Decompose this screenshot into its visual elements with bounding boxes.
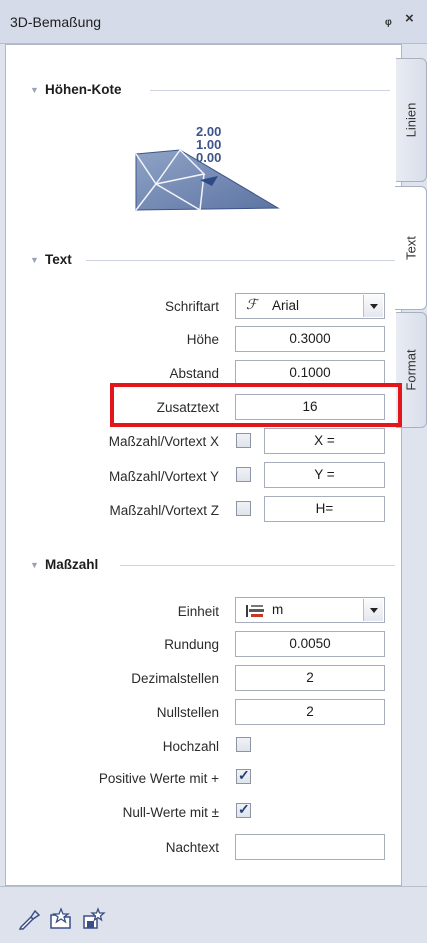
section-title: Höhen-Kote <box>45 82 122 97</box>
label-abstand: Abstand <box>169 366 219 381</box>
collapse-triangle-icon: ▼ <box>30 255 39 265</box>
collapse-triangle-icon: ▼ <box>30 85 39 95</box>
section-text[interactable]: ▼ Text <box>30 252 395 268</box>
null-werte-checkbox[interactable]: ✓ <box>236 801 251 818</box>
vortext-z-checkbox[interactable] <box>236 501 251 516</box>
dropdown-arrow-icon[interactable] <box>363 599 383 621</box>
label-hochzahl: Hochzahl <box>162 739 219 754</box>
close-icon[interactable]: × <box>405 10 414 27</box>
einheit-value: m <box>272 602 284 617</box>
preview-label-0: 0.00 <box>196 150 221 165</box>
label-null-werte: Null-Werte mit ± <box>122 805 219 820</box>
einheit-select[interactable]: m <box>235 597 385 623</box>
hoehen-kote-preview-image: 2.00 1.00 0.00 <box>135 124 280 211</box>
title-bar: 3D-Bemaßung ᵩ × <box>0 0 427 44</box>
label-vortext-x: Maßzahl/Vortext X <box>108 434 219 449</box>
collapse-triangle-icon: ▼ <box>30 560 39 570</box>
divider <box>120 565 395 566</box>
nullstellen-field[interactable]: 2 <box>235 699 385 725</box>
label-nachtext: Nachtext <box>165 840 219 855</box>
label-hoehe: Höhe <box>186 332 219 347</box>
tab-linien[interactable]: Linien <box>396 58 427 182</box>
section-title: Maßzahl <box>45 557 99 572</box>
vortext-x-checkbox[interactable] <box>236 433 251 448</box>
label-nullstellen: Nullstellen <box>156 705 219 720</box>
vortext-y-checkbox[interactable] <box>236 467 251 482</box>
dropdown-arrow-icon[interactable] <box>363 295 383 317</box>
vortext-y-field[interactable]: Y = <box>264 462 385 488</box>
tab-text-label: Text <box>403 236 418 260</box>
label-vortext-z: Maßzahl/Vortext Z <box>109 503 219 518</box>
checkmark-icon: ✓ <box>238 767 250 783</box>
save-favorite-icon[interactable] <box>82 907 106 931</box>
hochzahl-checkbox[interactable] <box>236 737 251 752</box>
section-masszahl[interactable]: ▼ Maßzahl <box>30 557 395 573</box>
window-title: 3D-Bemaßung <box>10 14 102 30</box>
label-positive-werte: Positive Werte mit + <box>98 771 219 786</box>
label-einheit: Einheit <box>177 604 219 619</box>
label-dezimalstellen: Dezimalstellen <box>131 671 219 686</box>
hoehe-field[interactable]: 0.3000 <box>235 326 385 352</box>
section-title: Text <box>45 252 72 267</box>
nachtext-field[interactable] <box>235 834 385 860</box>
divider <box>150 90 390 91</box>
tab-linien-label: Linien <box>403 102 419 138</box>
font-icon: ℱ <box>246 297 258 313</box>
schriftart-value: Arial <box>272 298 300 313</box>
vortext-z-field[interactable]: H= <box>264 496 385 522</box>
section-hoehen-kote[interactable]: ▼ Höhen-Kote <box>30 82 390 98</box>
vortext-x-field[interactable]: X = <box>264 428 385 454</box>
highlight-frame <box>110 383 402 427</box>
tab-text[interactable]: Text <box>395 186 427 310</box>
schriftart-select[interactable]: ℱ Arial <box>235 293 385 319</box>
pin-icon[interactable]: ᵩ <box>385 11 392 27</box>
positive-werte-checkbox[interactable]: ✓ <box>236 767 251 784</box>
label-rundung: Rundung <box>164 637 219 652</box>
unit-icon <box>246 605 264 617</box>
label-schriftart: Schriftart <box>164 299 219 314</box>
label-vortext-y: Maßzahl/Vortext Y <box>108 469 219 484</box>
eyedropper-icon[interactable] <box>17 907 41 931</box>
dezimalstellen-field[interactable]: 2 <box>235 665 385 691</box>
divider <box>86 260 395 261</box>
checkmark-icon: ✓ <box>238 801 250 817</box>
bottom-toolbar <box>0 886 427 943</box>
open-favorite-icon[interactable] <box>49 907 73 931</box>
tab-format-label: Format <box>403 349 419 391</box>
rundung-field[interactable]: 0.0050 <box>235 631 385 657</box>
